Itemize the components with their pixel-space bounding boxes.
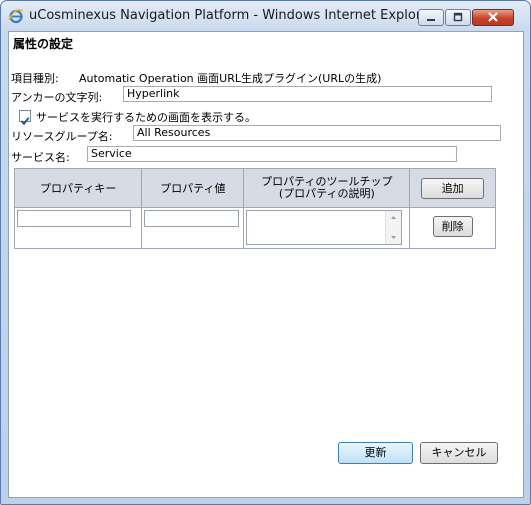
properties-table: プロパティキー プロパティ値 プロパティのツールチップ (プロパティの説明) 追… (13, 168, 496, 249)
item-type-label: 項目種別: (11, 72, 59, 85)
table-header-row: プロパティキー プロパティ値 プロパティのツールチップ (プロパティの説明) 追… (13, 168, 496, 208)
minimize-button[interactable] (418, 9, 444, 26)
dialog-heading: 属性の設定 (13, 37, 74, 51)
anchor-string-label: アンカーの文字列: (11, 91, 103, 104)
cancel-button[interactable]: キャンセル (420, 442, 498, 464)
row-actions-cell: 削除 (409, 207, 496, 249)
resource-group-input[interactable]: All Resources (133, 125, 501, 141)
window-title: uCosminexus Navigation Platform - Window… (29, 8, 435, 23)
service-name-input[interactable]: Service (87, 146, 457, 162)
property-tooltip-textarea[interactable] (246, 210, 403, 245)
minimize-icon (427, 19, 435, 21)
checkmark-icon (20, 117, 30, 126)
property-key-cell (13, 207, 143, 249)
header-property-tooltip: プロパティのツールチップ (プロパティの説明) (243, 168, 411, 208)
anchor-string-input[interactable]: Hyperlink (123, 86, 492, 102)
update-button[interactable]: 更新 (338, 442, 413, 464)
textarea-scrollbar[interactable] (385, 211, 402, 244)
title-bar[interactable]: uCosminexus Navigation Platform - Window… (1, 1, 530, 31)
header-tooltip-line2: (プロパティの説明) (278, 187, 375, 200)
scroll-down-icon[interactable] (391, 236, 397, 239)
property-value-cell (141, 207, 245, 249)
add-button[interactable]: 追加 (421, 177, 485, 199)
property-key-input[interactable] (17, 210, 131, 227)
table-row: 削除 (13, 207, 496, 249)
scroll-up-icon[interactable] (391, 216, 397, 219)
maximize-button[interactable] (445, 9, 471, 26)
ie-icon (8, 8, 24, 24)
header-actions: 追加 (409, 168, 496, 208)
property-value-input[interactable] (144, 210, 240, 227)
close-icon (488, 12, 498, 22)
browser-window: uCosminexus Navigation Platform - Window… (0, 0, 531, 505)
service-name-label: サービス名: (11, 151, 70, 164)
delete-button[interactable]: 削除 (432, 216, 473, 237)
property-tooltip-cell (243, 207, 411, 249)
close-button[interactable] (472, 9, 514, 26)
dialog-content: 属性の設定 項目種別: Automatic Operation 画面URL生成プ… (8, 31, 524, 498)
show-screen-checkbox[interactable] (19, 110, 31, 126)
resource-group-label: リソースグループ名: (11, 130, 113, 143)
show-screen-checkbox-label[interactable]: サービスを実行するための画面を表示する。 (36, 109, 256, 125)
header-property-value: プロパティ値 (141, 168, 245, 208)
header-property-key: プロパティキー (13, 168, 143, 208)
item-type-value: Automatic Operation 画面URL生成プラグイン(URLの生成) (79, 72, 382, 85)
maximize-icon (453, 12, 463, 22)
